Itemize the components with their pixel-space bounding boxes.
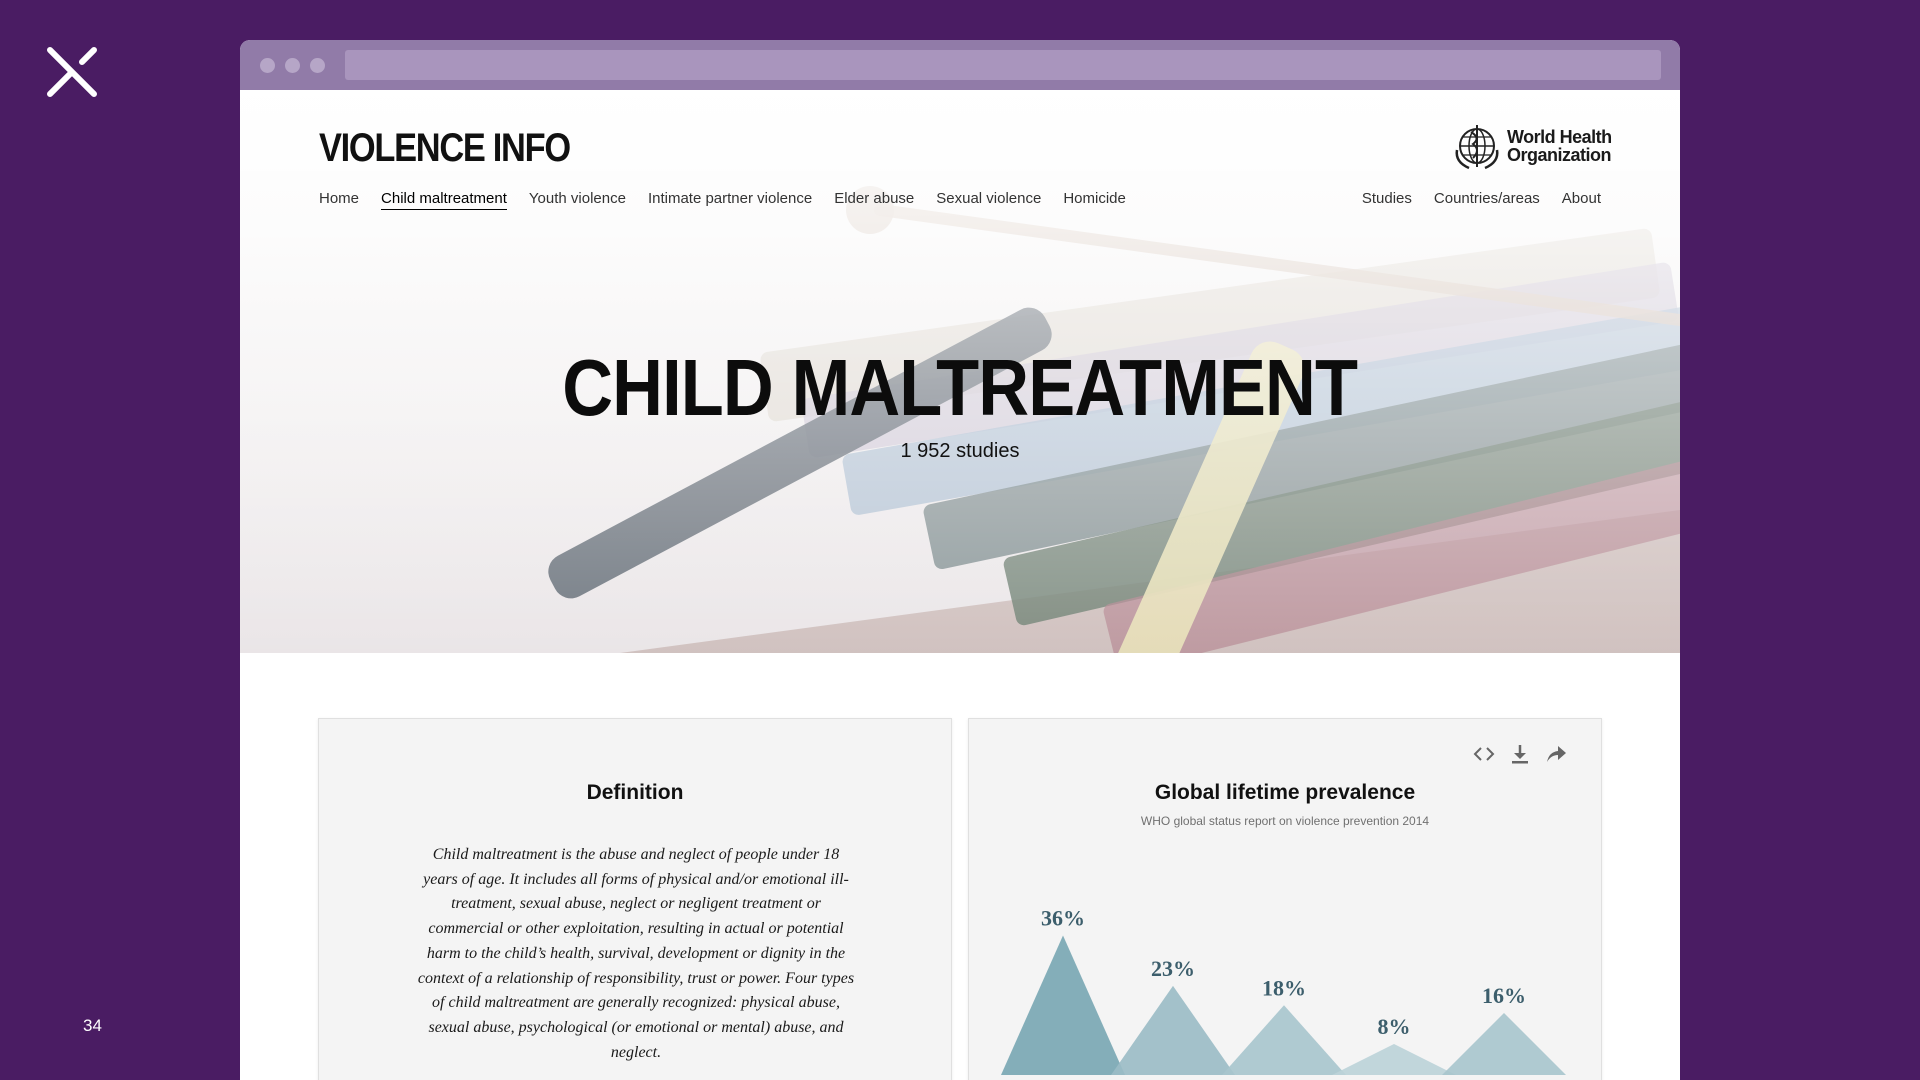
card-toolbar [1459,743,1567,765]
who-wordmark: World Health Organization [1507,128,1612,164]
who-emblem-icon [1455,125,1499,170]
prevalence-value-label-0: 36% [1041,906,1085,931]
brand-x-icon [47,47,97,97]
window-dot-minimize[interactable] [285,57,300,73]
nav-item-intimate-partner-violence[interactable]: Intimate partner violence [648,190,812,210]
nav-item-about[interactable]: About [1562,190,1601,209]
web-page: VIOLENCE INFO World Health Organization … [240,90,1680,1080]
prevalence-mark-3[interactable] [1332,1044,1456,1075]
nav-item-homicide[interactable]: Homicide [1063,190,1126,210]
prevalence-mark-4[interactable] [1442,1013,1566,1075]
main-nav: Home Child maltreatment Youth violence I… [319,190,1148,210]
prevalence-value-label-4: 16% [1482,983,1526,1008]
browser-window: VIOLENCE INFO World Health Organization … [240,40,1680,1080]
nav-item-countries[interactable]: Countries/areas [1434,190,1540,209]
hero-section: VIOLENCE INFO World Health Organization … [240,90,1680,653]
browser-toolbar [240,40,1680,90]
slide: 34 VIOLENCE INFO World Health Organizati… [0,0,1920,1080]
definition-title: Definition [586,781,684,804]
prevalence-value-label-3: 8% [1378,1014,1411,1039]
prevalence-chart: 36%of children23%of children18%of girls … [1001,906,1566,1076]
nav-item-sexual-violence[interactable]: Sexual violence [936,190,1041,210]
hero-title: CHILD MALTREATMENT [240,342,1680,434]
window-dot-close[interactable] [260,57,275,73]
prevalence-value-label-1: 23% [1151,956,1195,981]
prevalence-card: Global lifetime prevalence WHO global st… [968,718,1602,1080]
hero-title-text: CHILD MALTREATMENT [562,343,1359,432]
who-line-1: World Health [1507,127,1612,147]
who-line-2: Organization [1507,145,1612,165]
nav-item-elder-abuse[interactable]: Elder abuse [834,190,914,210]
share-icon[interactable] [1545,743,1567,765]
definition-text: Child maltreatment is the abuse and negl… [417,846,855,1061]
definition-card: Definition Child maltreatment is the abu… [318,718,952,1080]
window-dot-maximize[interactable] [310,57,325,73]
nav-item-home[interactable]: Home [319,190,359,210]
secondary-nav: Studies Countries/areas About [1340,190,1601,209]
nav-item-youth-violence[interactable]: Youth violence [529,190,626,210]
prevalence-mark-1[interactable] [1111,985,1235,1075]
prevalence-title: Global lifetime prevalence [1154,781,1416,804]
download-icon[interactable] [1509,743,1531,765]
studies-count[interactable]: 1 952 studies [240,440,1680,463]
nav-item-studies[interactable]: Studies [1362,190,1412,209]
slide-number: 34 [83,1016,102,1035]
who-logo[interactable]: World Health Organization [1451,120,1612,172]
prevalence-mark-0[interactable] [1001,935,1125,1076]
embed-icon[interactable] [1473,743,1495,765]
nav-item-child-maltreatment[interactable]: Child maltreatment [381,190,507,210]
prevalence-mark-2[interactable] [1222,1005,1346,1075]
prevalence-value-label-2: 18% [1262,975,1306,1000]
address-bar[interactable] [345,50,1661,80]
prevalence-source: WHO global status report on violence pre… [1140,814,1430,828]
site-title[interactable]: VIOLENCE INFO [319,126,571,171]
